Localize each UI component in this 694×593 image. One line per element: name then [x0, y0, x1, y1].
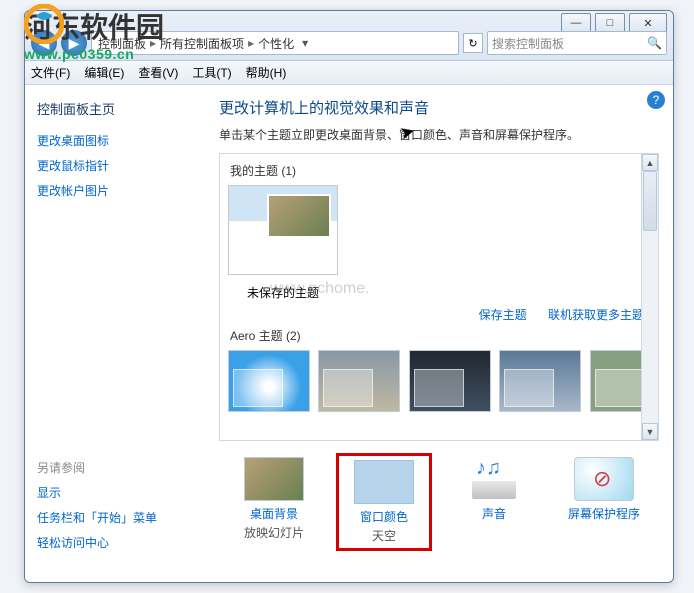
menubar: 文件(F) 编辑(E) 查看(V) 工具(T) 帮助(H)	[25, 61, 673, 85]
desktop-background-option[interactable]: 桌面背景 放映幻灯片	[226, 453, 322, 551]
desktop-background-label: 桌面背景	[228, 505, 320, 522]
address-bar[interactable]: 控制面板 ▸ 所有控制面板项 ▸ 个性化 ▾	[91, 31, 459, 55]
menu-view[interactable]: 查看(V)	[138, 64, 178, 81]
screensaver-icon	[574, 457, 634, 501]
themes-panel: 我的主题 (1) 未保存的主题 保存主题 联机获取更多主题 Aero 主题 (2…	[219, 153, 659, 441]
sound-icon	[464, 457, 524, 501]
sidebar-link-desktop-icons[interactable]: 更改桌面图标	[37, 132, 193, 149]
menu-tools[interactable]: 工具(T)	[192, 64, 231, 81]
sound-label: 声音	[448, 505, 540, 522]
window-color-option[interactable]: 窗口颜色 天空	[336, 453, 432, 551]
scroll-thumb[interactable]	[643, 171, 657, 231]
page-title: 更改计算机上的视觉效果和声音	[219, 97, 659, 118]
nav-forward-button[interactable]: ▶	[61, 30, 87, 56]
personalization-window: — □ ✕ ◀ ▶ 控制面板 ▸ 所有控制面板项 ▸ 个性化 ▾ ↻ 搜索控制面…	[24, 10, 674, 583]
search-placeholder: 搜索控制面板	[492, 35, 564, 52]
help-icon[interactable]: ?	[647, 91, 665, 109]
aero-theme-characters[interactable]	[409, 350, 491, 412]
breadcrumb-sep-icon: ▸	[246, 36, 256, 50]
content-area: ? 更改计算机上的视觉效果和声音 单击某个主题立即更改桌面背景、窗口颜色、声音和…	[205, 85, 673, 582]
desktop-background-sub: 放映幻灯片	[228, 524, 320, 541]
aero-themes-label: Aero 主题 (2)	[230, 327, 650, 344]
menu-file[interactable]: 文件(F)	[31, 64, 70, 81]
more-themes-link[interactable]: 联机获取更多主题	[548, 308, 644, 322]
desktop-background-icon	[244, 457, 304, 501]
watermark-logo-icon	[24, 4, 64, 44]
scroll-down-button[interactable]: ▼	[642, 423, 658, 440]
breadcrumb-seg-control-panel[interactable]: 控制面板	[96, 35, 148, 52]
titlebar: — □ ✕ ◀ ▶ 控制面板 ▸ 所有控制面板项 ▸ 个性化 ▾ ↻ 搜索控制面…	[25, 11, 673, 61]
search-input[interactable]: 搜索控制面板 🔍	[487, 31, 667, 55]
save-theme-link[interactable]: 保存主题	[479, 308, 527, 322]
window-color-icon	[354, 460, 414, 504]
sound-option[interactable]: 声音	[446, 453, 542, 551]
breadcrumb-seg-all-items[interactable]: 所有控制面板项	[158, 35, 246, 52]
aero-theme-landscapes[interactable]	[499, 350, 581, 412]
sidebar-see-also-label: 另请参阅	[37, 459, 193, 476]
my-themes-label: 我的主题 (1)	[230, 162, 650, 179]
bottom-options-row: 桌面背景 放映幻灯片 窗口颜色 天空 声音 屏幕保护程序	[219, 453, 659, 551]
aero-theme-windows7[interactable]	[228, 350, 310, 412]
menu-help[interactable]: 帮助(H)	[246, 64, 287, 81]
aero-theme-architecture[interactable]	[318, 350, 400, 412]
sidebar-link-ease-of-access[interactable]: 轻松访问中心	[37, 534, 193, 551]
screensaver-option[interactable]: 屏幕保护程序	[556, 453, 652, 551]
theme-unsaved[interactable]	[228, 185, 338, 275]
sidebar-link-display[interactable]: 显示	[37, 484, 193, 501]
sidebar-link-taskbar[interactable]: 任务栏和「开始」菜单	[37, 509, 193, 526]
themes-scrollbar[interactable]: ▲ ▼	[641, 154, 658, 440]
menu-edit[interactable]: 编辑(E)	[84, 64, 124, 81]
window-color-label: 窗口颜色	[341, 508, 427, 525]
screensaver-label: 屏幕保护程序	[558, 505, 650, 522]
sidebar: 控制面板主页 更改桌面图标 更改鼠标指针 更改帐户图片 另请参阅 显示 任务栏和…	[25, 85, 205, 582]
breadcrumb-seg-personalization[interactable]: 个性化	[256, 35, 296, 52]
sidebar-link-mouse-pointers[interactable]: 更改鼠标指针	[37, 157, 193, 174]
page-subtext: 单击某个主题立即更改桌面背景、窗口颜色、声音和屏幕保护程序。	[219, 126, 659, 143]
sidebar-home[interactable]: 控制面板主页	[37, 99, 193, 118]
breadcrumb-dropdown-icon[interactable]: ▾	[296, 36, 314, 50]
theme-unsaved-label: 未保存的主题	[228, 284, 338, 301]
breadcrumb-sep-icon: ▸	[148, 36, 158, 50]
refresh-button[interactable]: ↻	[463, 33, 483, 53]
scroll-up-button[interactable]: ▲	[642, 154, 658, 171]
search-icon[interactable]: 🔍	[647, 36, 662, 50]
window-color-sub: 天空	[341, 527, 427, 544]
sidebar-link-account-picture[interactable]: 更改帐户图片	[37, 182, 193, 199]
